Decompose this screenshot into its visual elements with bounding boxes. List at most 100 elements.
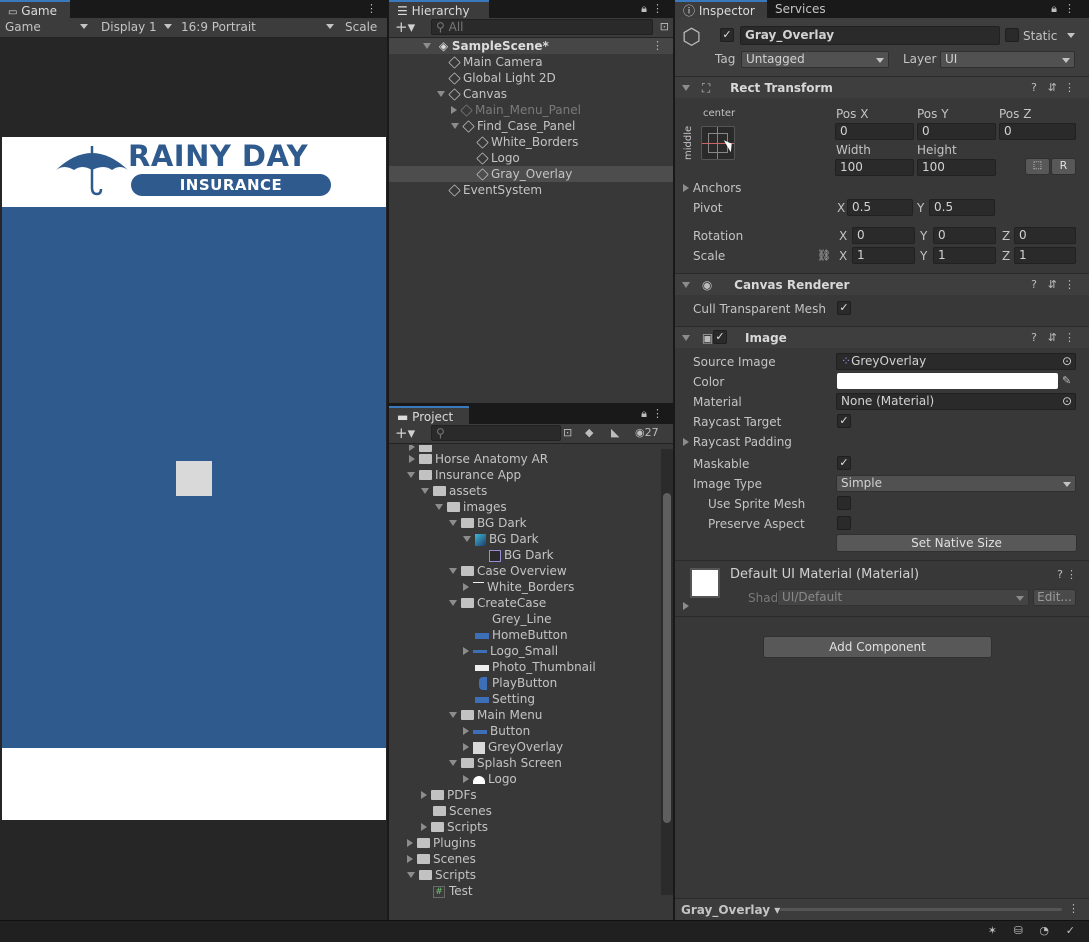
project-item[interactable]: Scenes [389,803,661,819]
hierarchy-item[interactable]: Main Camera [389,54,673,70]
scale-z-field[interactable]: 1 [1014,247,1076,264]
object-name-field[interactable]: Gray_Overlay [740,26,1000,45]
project-item[interactable]: Scripts [389,867,661,883]
check-circle-icon[interactable]: ✓ [1066,924,1075,938]
width-field[interactable]: 100 [835,159,914,176]
object-picker-icon[interactable]: ⊙ [1062,354,1072,369]
image-header[interactable]: ▣ ✓ Image ? ⇵ ⋮ [675,326,1089,348]
color-swatch[interactable] [837,373,1058,389]
project-item[interactable]: Main Menu [389,707,661,723]
project-item[interactable]: Case Overview [389,563,661,579]
project-scrollbar[interactable] [661,449,673,895]
project-item[interactable]: BG Dark [389,515,661,531]
scale-slider[interactable]: Scale [340,18,387,36]
cull-checkbox[interactable]: ✓ [837,301,851,315]
project-item[interactable]: assets [389,483,661,499]
pivot-x-field[interactable]: 0.5 [847,199,913,216]
more-menu-icon[interactable]: ⋮ [366,2,377,16]
more-menu-icon[interactable]: ⋮ [1064,81,1075,95]
set-native-size-button[interactable]: Set Native Size [836,534,1077,552]
add-icon[interactable]: +▾ [395,426,415,441]
hidden-eye-icon[interactable]: ◉27 [635,426,659,440]
project-item[interactable]: White_Borders [389,579,661,595]
raycast-padding-row[interactable]: Raycast Padding [683,434,792,450]
project-item[interactable]: Setting [389,691,661,707]
raw-edit-button[interactable]: R [1051,158,1076,175]
object-picker-icon[interactable]: ⊙ [1062,394,1072,409]
progress-icon[interactable]: ◔ [1039,924,1049,938]
project-item[interactable]: Logo [389,771,661,787]
hierarchy-search-input[interactable]: ⚲ All [431,19,653,35]
project-item[interactable]: PlayButton [389,675,661,691]
project-item[interactable]: images [389,499,661,515]
scene-search-icon[interactable]: ⊡ [660,20,669,34]
height-field[interactable]: 100 [917,159,996,176]
project-item[interactable]: Plugins [389,835,661,851]
tab-services[interactable]: Services [767,0,847,18]
add-icon[interactable]: +▾ [395,20,415,35]
active-checkbox[interactable]: ✓ [720,28,734,42]
tab-hierarchy[interactable]: ☰ Hierarchy [389,0,489,18]
tab-inspector[interactable]: ⓘ Inspector [675,0,767,18]
footer-object-dropdown[interactable]: Gray_Overlay ▾ [681,902,780,918]
more-menu-icon[interactable]: ⋮ [1064,331,1075,345]
help-icon[interactable]: ? [1031,278,1037,292]
use-sprite-mesh-checkbox[interactable] [837,496,851,510]
more-menu-icon[interactable]: ⋮ [1064,278,1075,292]
lock-icon[interactable]: 🔒︎ [641,407,647,421]
preset-icon[interactable]: ⇵ [1048,331,1057,345]
hierarchy-item[interactable]: Logo [389,150,673,166]
hierarchy-item[interactable]: Global Light 2D [389,70,673,86]
hierarchy-item[interactable]: White_Borders [389,134,673,150]
static-dropdown[interactable] [1063,28,1077,42]
preserve-aspect-checkbox[interactable] [837,516,851,530]
hierarchy-item[interactable]: Canvas [389,86,673,102]
tab-project[interactable]: ▬ Project [389,406,469,424]
more-menu-icon[interactable]: ⋮ [652,2,663,16]
more-menu-icon[interactable]: ⋮ [1066,568,1077,582]
edit-shader-button[interactable]: Edit... [1033,589,1076,606]
eyedropper-icon[interactable]: ✎ [1062,374,1071,388]
constrain-proportions-icon[interactable]: ⛓ [817,249,831,263]
preset-icon[interactable]: ⇵ [1048,278,1057,292]
display-dropdown[interactable]: Display 1 [96,18,176,36]
help-icon[interactable]: ? [1057,568,1063,582]
rotation-z-field[interactable]: 0 [1014,227,1076,244]
tag-dropdown[interactable]: Untagged [741,51,889,68]
add-component-button[interactable]: Add Component [763,636,992,658]
project-item[interactable]: PDFs [389,787,661,803]
help-icon[interactable]: ? [1031,81,1037,95]
material-field[interactable]: None (Material) ⊙ [836,393,1076,410]
posy-field[interactable]: 0 [917,123,996,140]
more-menu-icon[interactable]: ⋮ [652,39,663,53]
lock-icon[interactable]: 🔒︎ [641,2,647,16]
image-enabled-checkbox[interactable]: ✓ [713,330,727,344]
posx-field[interactable]: 0 [835,123,914,140]
shader-dropdown[interactable]: UI/Default [777,589,1029,606]
help-icon[interactable]: ? [1031,331,1037,345]
more-menu-icon[interactable]: ⋮ [652,407,663,421]
more-menu-icon[interactable]: ⋮ [1068,902,1079,916]
game-mode-dropdown[interactable]: Game [0,18,92,36]
project-item[interactable]: HomeButton [389,627,661,643]
pivot-y-field[interactable]: 0.5 [929,199,995,216]
preset-icon[interactable]: ⇵ [1048,81,1057,95]
project-item[interactable]: # Test [389,883,661,899]
tab-game[interactable]: ▭ Game [0,0,70,18]
blueprint-mode-button[interactable]: ⬚ [1025,158,1050,175]
search-filter-icon[interactable]: ⊡ [563,426,572,440]
project-item[interactable]: Scenes [389,851,661,867]
canvas-renderer-header[interactable]: ◉ Canvas Renderer ? ⇵ ⋮ [675,273,1089,295]
image-type-dropdown[interactable]: Simple [836,475,1076,492]
project-item[interactable]: Scripts [389,819,661,835]
expand-arrow-icon[interactable] [683,601,689,610]
project-item[interactable]: Horse Anatomy AR [389,451,661,467]
hierarchy-item-selected[interactable]: Gray_Overlay [389,166,673,182]
lock-icon[interactable]: 🔒︎ [1051,2,1057,16]
project-search-input[interactable]: ⚲ [431,425,561,441]
project-item[interactable]: Logo_Small [389,643,661,659]
project-item[interactable]: GreyOverlay [389,739,661,755]
more-menu-icon[interactable]: ⋮ [1064,2,1075,16]
cache-server-icon[interactable]: ⛁ [1014,924,1023,938]
scrollbar-thumb[interactable] [663,493,671,823]
